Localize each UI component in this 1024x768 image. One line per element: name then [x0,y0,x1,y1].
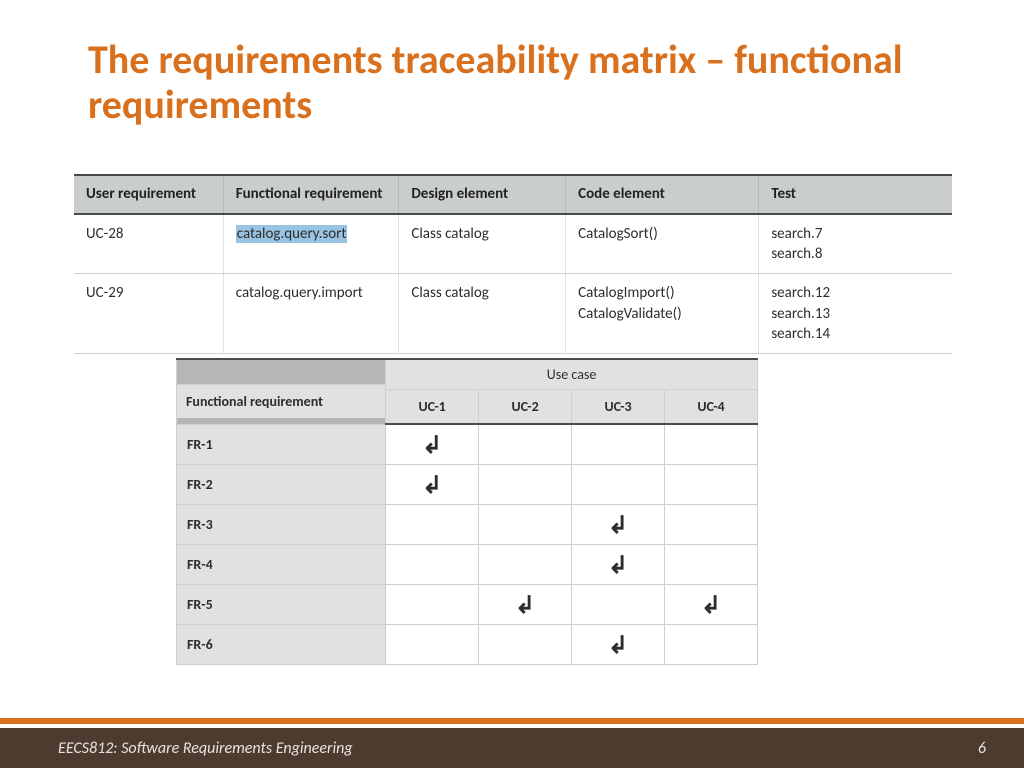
matrix-cell: ↲ [386,464,479,504]
matrix-cell [479,424,572,464]
matrix-cell [665,544,758,584]
matrix-cell [572,584,665,624]
fr-label-cell: FR-3 [177,504,386,544]
matrix-cell [386,544,479,584]
slide-title: The requirements traceability matrix – f… [88,38,908,128]
matrix-row: FR-1 ↲ [177,424,758,464]
highlighted-text: catalog.query.sort [236,225,348,243]
matrix-cell [386,504,479,544]
col-header: User requirement [74,175,223,214]
table-cell: Class catalog [399,214,566,274]
checkmark-icon: ↲ [515,594,535,618]
matrix-table: Functional requirement Use case UC-1UC-2… [176,358,758,665]
fr-label-cell: FR-4 [177,544,386,584]
matrix-cell [572,464,665,504]
table-cell: catalog.query.sort [223,214,399,274]
table-header-row: User requirement Functional requirement … [74,175,952,214]
col-header: Functional requirement [223,175,399,214]
footer-accent-line [0,718,1024,724]
matrix-row: FR-6 ↲ [177,624,758,664]
matrix-cell [665,424,758,464]
checkmark-icon: ↲ [422,434,442,458]
table-cell: UC-29 [74,274,223,354]
col-header: Code element [566,175,759,214]
fr-label-cell: FR-6 [177,624,386,664]
table-cell: CatalogSort() [566,214,759,274]
table-row: UC-29catalog.query.importClass catalogCa… [74,274,952,354]
matrix-cell [386,624,479,664]
fr-label-cell: FR-5 [177,584,386,624]
footer-page-number: 6 [978,739,986,758]
matrix-cell [479,504,572,544]
use-case-group-header: Use case [386,359,758,390]
table-cell: Class catalog [399,274,566,354]
table-row: UC-28 catalog.query.sort Class catalogCata… [74,214,952,274]
matrix-cell [665,464,758,504]
matrix-corner: Functional requirement [177,359,386,424]
checkmark-icon: ↲ [422,474,442,498]
table-cell: search.12search.13search.14 [759,274,952,354]
matrix-table-wrap: Functional requirement Use case UC-1UC-2… [176,358,758,665]
matrix-cell [572,424,665,464]
matrix-row: FR-3 ↲ [177,504,758,544]
checkmark-icon: ↲ [608,634,628,658]
matrix-cell [479,624,572,664]
matrix-cell: ↲ [572,624,665,664]
table-cell: UC-28 [74,214,223,274]
checkmark-icon: ↲ [608,554,628,578]
table-cell: CatalogImport()CatalogValidate() [566,274,759,354]
matrix-row: FR-4 ↲ [177,544,758,584]
slide-footer: EECS812: Software Requirements Engineeri… [0,728,1024,768]
matrix-row: FR-5 ↲ ↲ [177,584,758,624]
matrix-cell [479,544,572,584]
checkmark-icon: ↲ [701,594,721,618]
matrix-cell: ↲ [572,504,665,544]
matrix-row: FR-2 ↲ [177,464,758,504]
slide: The requirements traceability matrix – f… [0,0,1024,768]
uc-header: UC-1 [386,390,479,425]
fr-header: Functional requirement [176,384,386,418]
matrix-cell [386,584,479,624]
matrix-cell: ↲ [665,584,758,624]
uc-header: UC-4 [665,390,758,425]
traceability-table: User requirement Functional requirement … [74,174,952,354]
matrix-cell: ↲ [572,544,665,584]
col-header: Test [759,175,952,214]
matrix-cell [665,624,758,664]
col-header: Design element [399,175,566,214]
table-cell: catalog.query.import [223,274,399,354]
fr-label-cell: FR-2 [177,464,386,504]
table-cell: search.7search.8 [759,214,952,274]
uc-header: UC-2 [479,390,572,425]
footer-course: EECS812: Software Requirements Engineeri… [58,739,353,758]
fr-label-cell: FR-1 [177,424,386,464]
matrix-cell: ↲ [386,424,479,464]
matrix-cell [665,504,758,544]
checkmark-icon: ↲ [608,514,628,538]
matrix-cell: ↲ [479,584,572,624]
uc-header: UC-3 [572,390,665,425]
matrix-cell [479,464,572,504]
